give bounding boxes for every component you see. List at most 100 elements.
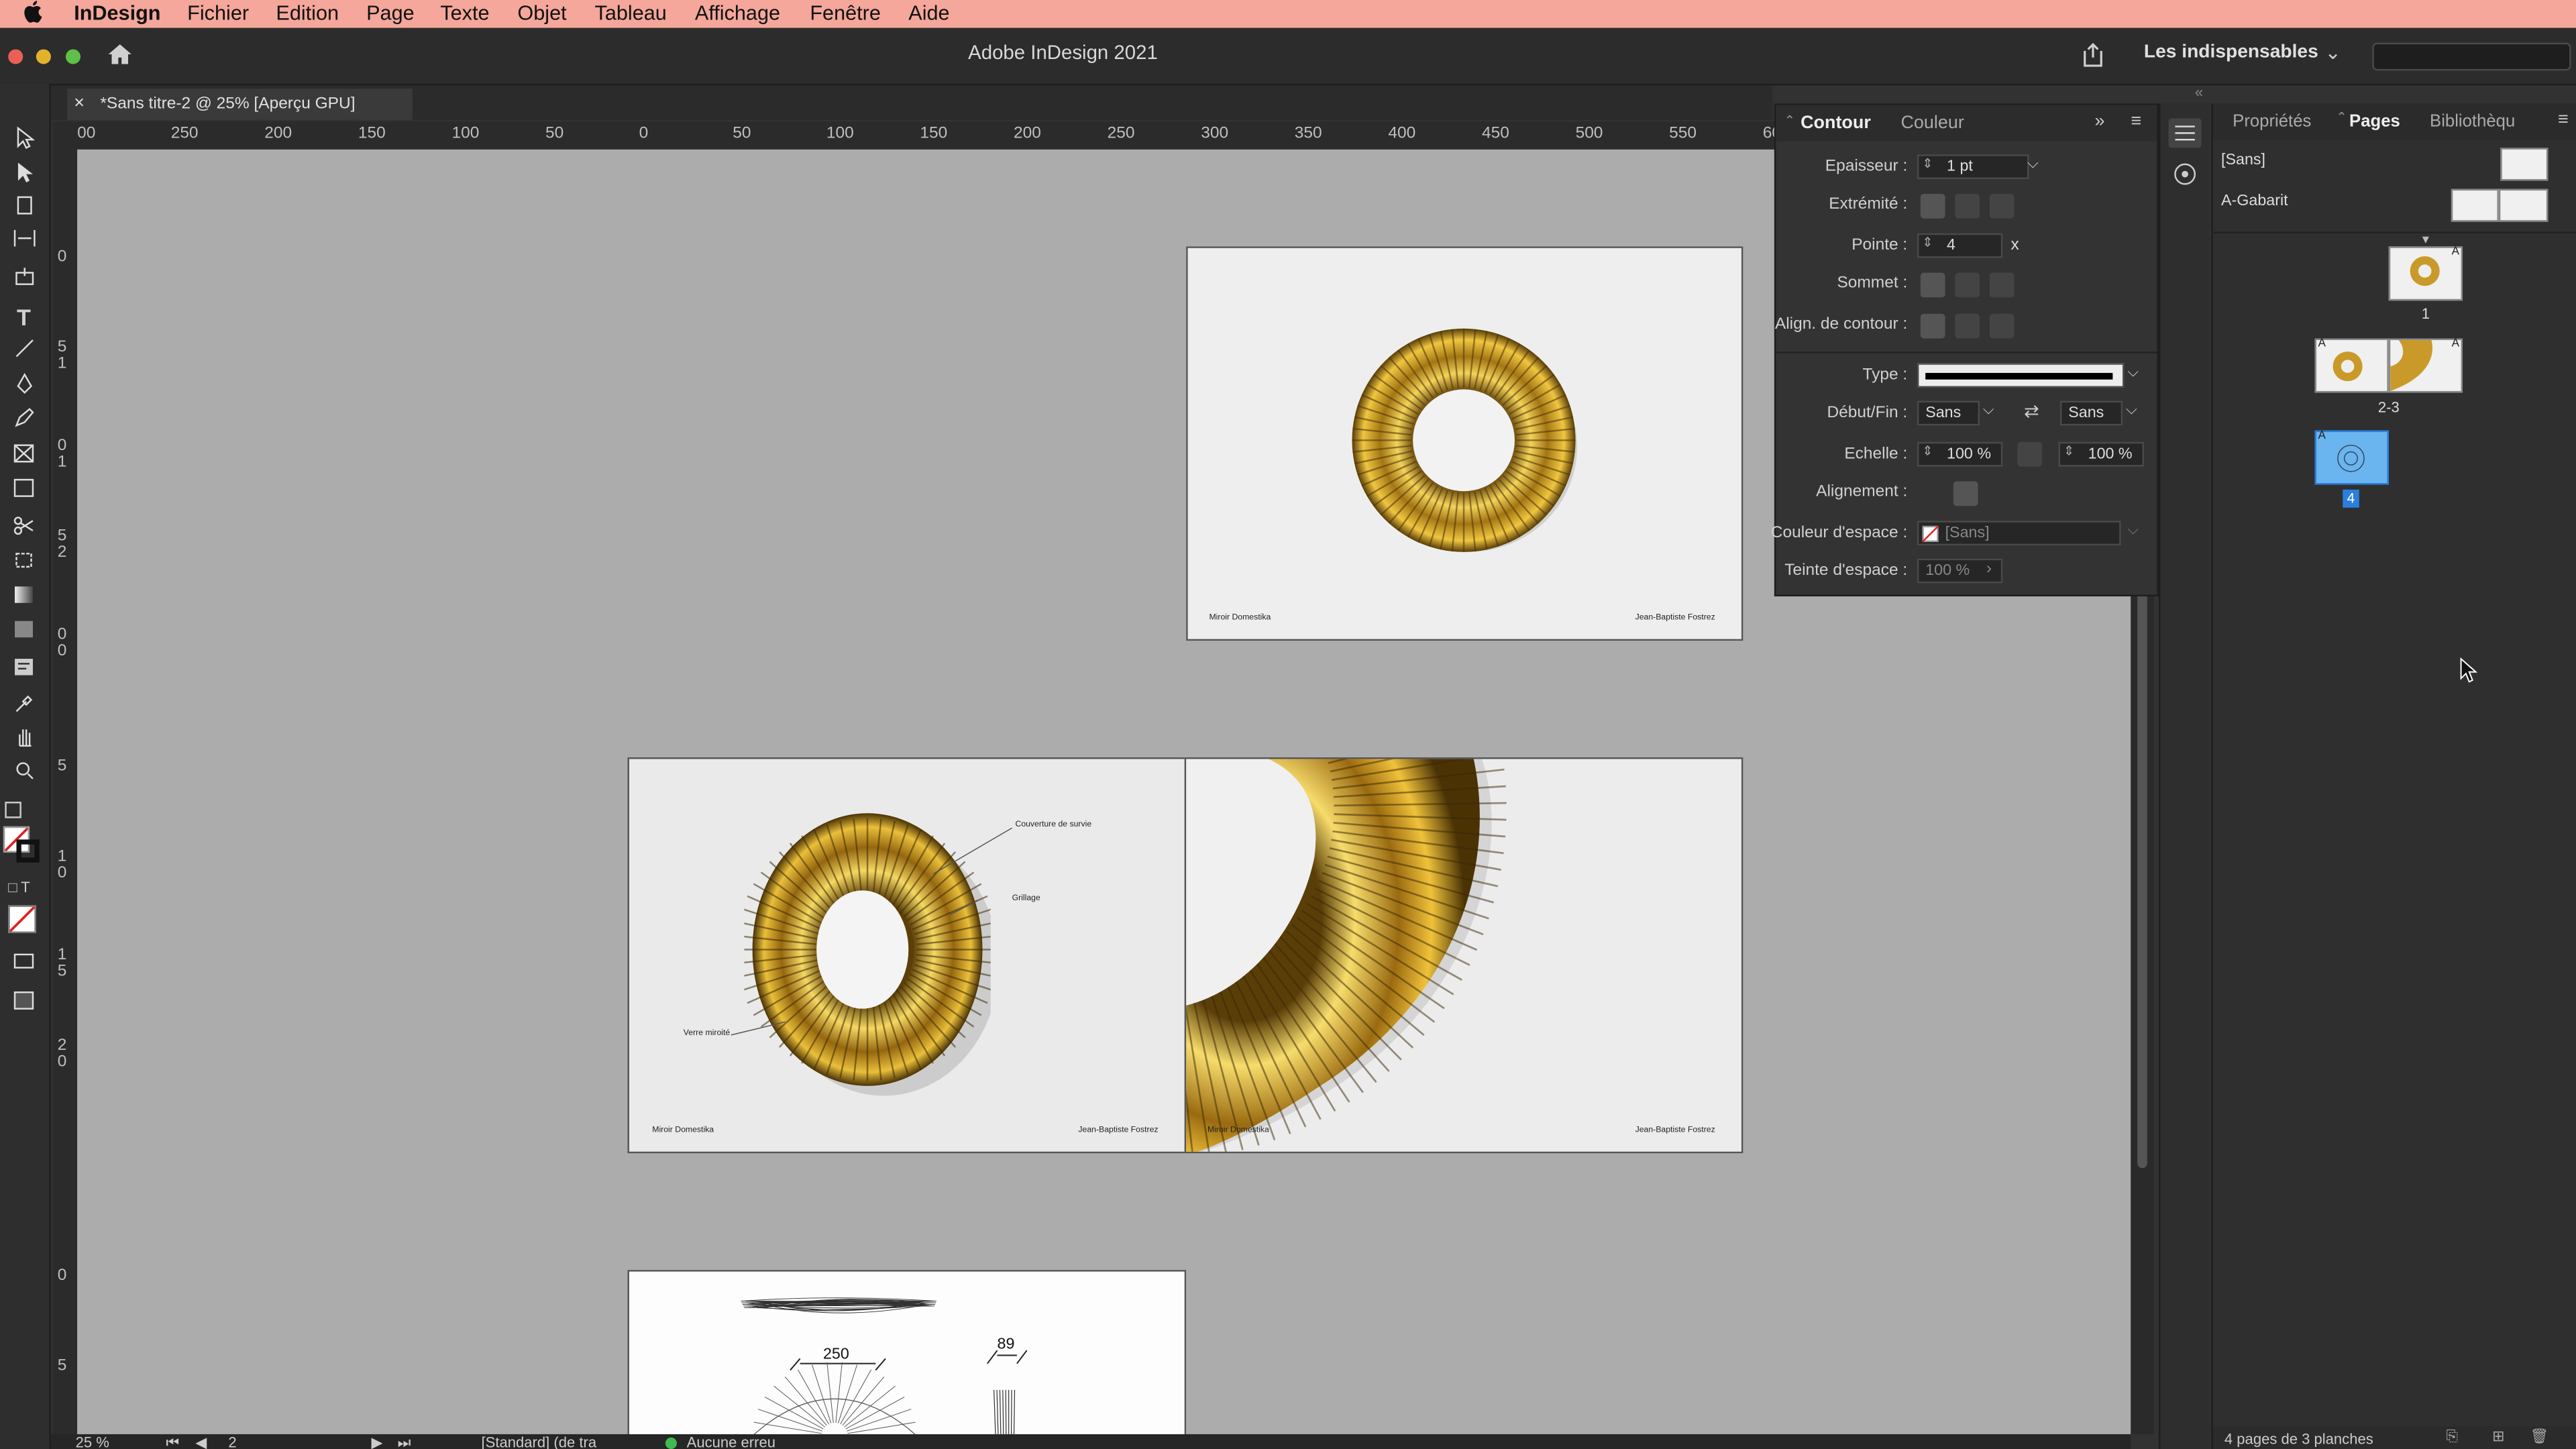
tab-proprietes[interactable]: Propriétés	[2233, 112, 2311, 131]
gradient-tool-icon[interactable]	[10, 585, 38, 613]
a-gabarit-left-thumb[interactable]	[2451, 189, 2499, 222]
menu-objet[interactable]: Objet	[517, 1, 566, 24]
page-2-thumb[interactable]: A	[2314, 338, 2389, 393]
menu-fenetre[interactable]: Fenêtre	[810, 1, 881, 24]
zoom-level-field[interactable]: 25 %	[76, 1434, 109, 1449]
previous-page-icon[interactable]: ◀	[195, 1434, 207, 1449]
cap-projecting-button[interactable]	[1989, 193, 2015, 219]
layers-panel-icon[interactable]	[2170, 161, 2200, 195]
menu-tableau[interactable]: Tableau	[595, 1, 667, 24]
align-inside-button[interactable]	[1955, 313, 1980, 339]
page-size-icon[interactable]: ⎘	[2447, 1428, 2459, 1446]
page-1-thumb[interactable]: A	[2388, 246, 2463, 301]
couleur-espace-dropdown-icon[interactable]: ⌵	[2127, 521, 2139, 539]
search-field[interactable]	[2372, 42, 2571, 71]
menu-aide[interactable]: Aide	[908, 1, 949, 24]
strip-collapse-icon[interactable]: «	[2195, 84, 2203, 100]
horizontal-ruler[interactable]: 00 250 200 150 100 50 0 50 100 150 200 250 300 350 400…	[77, 121, 1774, 152]
document-tab[interactable]: × *Sans titre-2 @ 25% [Aperçu GPU]	[67, 89, 413, 120]
epaisseur-dropdown-icon[interactable]: ⌵	[2027, 154, 2039, 172]
stroke-swatch[interactable]	[16, 839, 40, 863]
preflight-status[interactable]: Aucune erreu	[687, 1434, 775, 1449]
cap-butt-button[interactable]	[1920, 193, 1945, 219]
tab-couleur[interactable]: Couleur	[1900, 113, 1964, 133]
a-gabarit-label[interactable]: A-Gabarit	[2221, 193, 2288, 211]
default-colors-icon[interactable]	[5, 802, 21, 818]
tab-bibliotheque[interactable]: Bibliothèqu	[2430, 112, 2515, 131]
page-3-thumb[interactable]: A	[2388, 338, 2463, 393]
zoom-tool-icon[interactable]	[10, 761, 38, 789]
apply-none-icon[interactable]	[8, 905, 36, 934]
first-page-icon[interactable]: ⏮	[166, 1434, 179, 1449]
link-scale-icon[interactable]	[2017, 441, 2043, 467]
workspace-chevron-icon[interactable]: ⌄	[2324, 41, 2341, 64]
menu-affichage[interactable]: Affichage	[695, 1, 780, 24]
new-page-icon[interactable]: ⊞	[2492, 1428, 2504, 1446]
app-menu[interactable]: InDesign	[74, 1, 160, 24]
workspace-switcher[interactable]: Les indispensables	[2144, 43, 2318, 62]
teinte-espace-arrow-icon[interactable]: ›	[1986, 560, 1992, 578]
menu-edition[interactable]: Edition	[276, 1, 339, 24]
direct-selection-tool-icon[interactable]	[10, 161, 38, 189]
content-collector-icon[interactable]	[10, 266, 38, 294]
menu-page[interactable]: Page	[366, 1, 415, 24]
selection-tool-icon[interactable]	[10, 126, 38, 155]
page-4[interactable]: 250 89	[627, 1270, 1187, 1434]
gap-tool-icon[interactable]	[10, 228, 38, 256]
align-center-button[interactable]	[1920, 313, 1945, 339]
cap-round-button[interactable]	[1955, 193, 1980, 219]
rectangle-frame-tool-icon[interactable]	[10, 443, 38, 472]
type-dropdown-icon[interactable]: ⌵	[2127, 363, 2139, 381]
last-page-icon[interactable]: ⏭	[398, 1434, 411, 1449]
page-4-thumb[interactable]: A	[2314, 430, 2389, 485]
none-master-thumb[interactable]	[2500, 148, 2548, 181]
debut-field[interactable]: Sans	[1917, 400, 1980, 426]
none-master-label[interactable]: [Sans]	[2221, 151, 2265, 169]
epaisseur-field[interactable]: 1 pt	[1917, 154, 2029, 179]
couleur-espace-field[interactable]: [Sans]	[1917, 521, 2121, 546]
free-transform-tool-icon[interactable]	[10, 550, 38, 578]
join-round-button[interactable]	[1955, 272, 1980, 298]
screen-mode-icon[interactable]	[10, 951, 38, 979]
delete-page-icon[interactable]: 🗑	[2530, 1428, 2548, 1446]
align-outside-button[interactable]	[1989, 313, 2015, 339]
debut-dropdown-icon[interactable]: ⌵	[1983, 401, 1994, 419]
share-icon[interactable]	[2080, 42, 2106, 76]
page-number-field[interactable]: 2	[228, 1434, 236, 1449]
echelle-end-stepper-icon[interactable]: ⇕	[2063, 443, 2074, 458]
scissors-tool-icon[interactable]	[10, 516, 38, 544]
pages-panel-menu-icon[interactable]: ≡	[2558, 110, 2569, 129]
gradient-feather-tool-icon[interactable]	[10, 619, 38, 647]
panel-expand-icon[interactable]: »	[2094, 112, 2104, 131]
ruler-origin[interactable]	[52, 121, 78, 150]
tab-pages[interactable]: Pages	[2349, 112, 2400, 131]
eyedropper-tool-icon[interactable]	[10, 693, 38, 721]
panel-collapse-icon[interactable]: ⌃	[1784, 113, 1795, 128]
pen-tool-icon[interactable]	[10, 372, 38, 401]
hand-tool-icon[interactable]	[10, 726, 38, 754]
pencil-tool-icon[interactable]	[10, 407, 38, 435]
page-1[interactable]: Miroir Domestika Jean-Baptiste Fostrez	[1186, 246, 1743, 641]
type-tool-icon[interactable]: T	[10, 304, 38, 332]
pages-panel-icon[interactable]	[2168, 118, 2202, 148]
arrow-beyond-path-button[interactable]	[1920, 481, 1945, 506]
preflight-profile[interactable]: [Standard] (de tra	[482, 1434, 597, 1449]
pages-tab-collapse-icon[interactable]: ⌃	[2336, 110, 2347, 125]
next-page-icon[interactable]: ▶	[371, 1434, 382, 1449]
close-tab-icon[interactable]: ×	[74, 94, 85, 113]
formatting-affects-container-icon[interactable]: □ T	[8, 879, 30, 895]
page-2[interactable]: Couverture de survie Grillage Verre miro…	[627, 757, 1187, 1154]
fin-field[interactable]: Sans	[2060, 400, 2123, 426]
apple-menu-icon[interactable]	[23, 0, 42, 28]
menu-fichier[interactable]: Fichier	[187, 1, 249, 24]
note-tool-icon[interactable]	[10, 657, 38, 686]
join-bevel-button[interactable]	[1989, 272, 2015, 298]
epaisseur-stepper-icon[interactable]: ⇕	[1922, 156, 1933, 171]
fin-dropdown-icon[interactable]: ⌵	[2126, 401, 2137, 419]
tab-contour[interactable]: Contour	[1801, 113, 1871, 133]
swap-arrows-icon[interactable]: ⇄	[2024, 401, 2039, 422]
page-tool-icon[interactable]	[10, 194, 38, 222]
a-gabarit-right-thumb[interactable]	[2498, 189, 2548, 222]
vertical-ruler[interactable]: 051015200510152005	[52, 149, 79, 1434]
join-miter-button[interactable]	[1920, 272, 1945, 298]
